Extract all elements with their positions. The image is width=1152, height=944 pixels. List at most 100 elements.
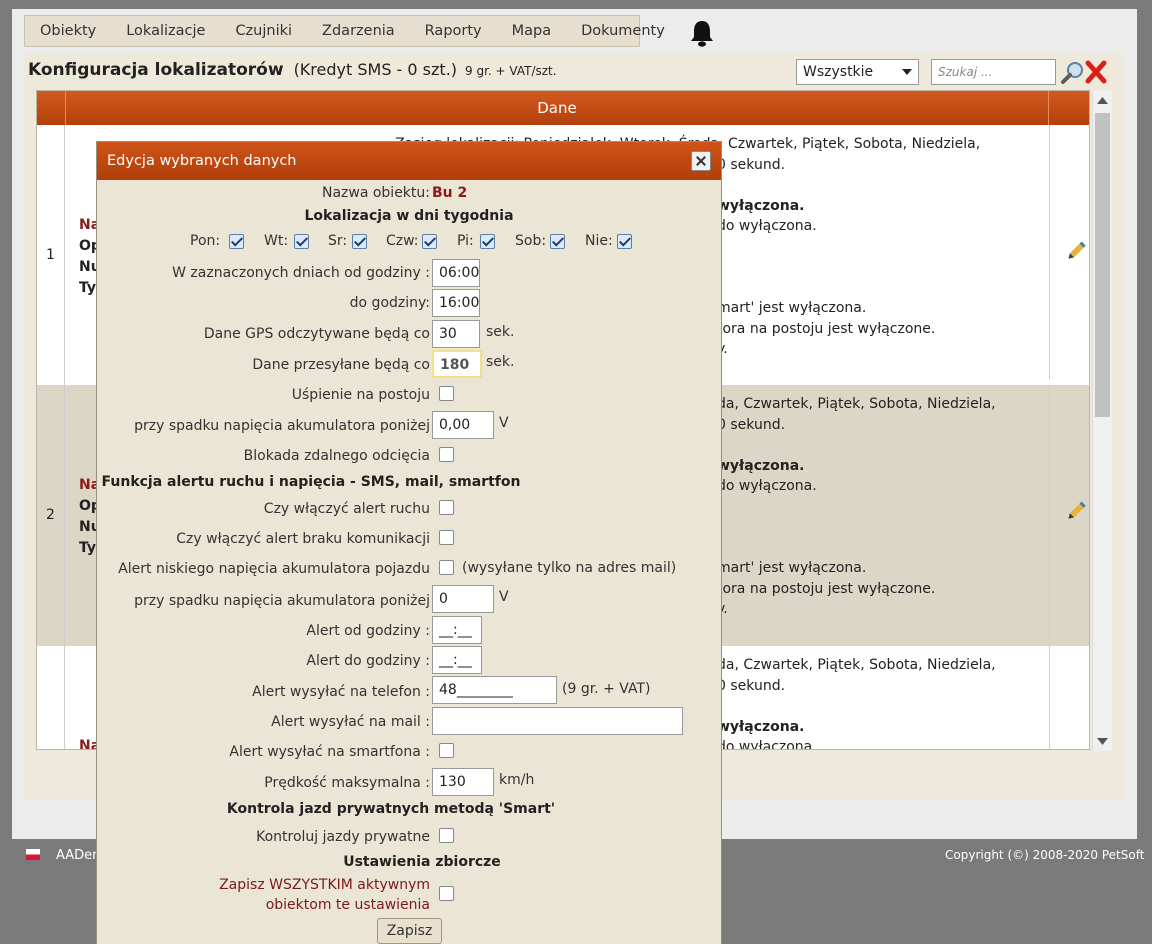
- remote-block-label: Blokada zdalnego odcięcia: [243, 448, 430, 464]
- mail-label: Alert wysyłać na mail :: [271, 714, 430, 730]
- sleep-voltage-unit: V: [499, 415, 509, 431]
- row-line: tora na postoju jest wyłączone.: [717, 580, 936, 597]
- sleep-voltage-label: przy spadku napięcia akumulatora poniżej: [134, 418, 430, 434]
- phone-input[interactable]: 48________: [432, 676, 557, 704]
- day-label-thu: Czw:: [386, 233, 419, 249]
- menu-item-obiekty[interactable]: Obiekty: [25, 23, 111, 39]
- object-name-value: Bu 2: [432, 185, 468, 201]
- day-label-sun: Nie:: [585, 233, 613, 249]
- menu-item-mapa[interactable]: Mapa: [497, 23, 567, 39]
- save-button[interactable]: Zapisz: [377, 918, 442, 944]
- row-line: da, Czwartek, Piątek, Sobota, Niedziela,: [717, 657, 996, 673]
- row-details: da, Czwartek, Piątek, Sobota, Niedziela,…: [717, 394, 996, 620]
- section-private-title: Kontrola jazd prywatnych metodą 'Smart': [226, 801, 556, 817]
- scrollbar-thumb[interactable]: [1095, 113, 1110, 417]
- day-label-fri: Pi:: [457, 233, 474, 249]
- day-checkbox-wed[interactable]: [352, 234, 367, 249]
- day-checkbox-mon[interactable]: [229, 234, 244, 249]
- gps-interval-unit: sek.: [486, 324, 515, 340]
- private-checkbox[interactable]: [439, 828, 454, 843]
- menu-item-dokumenty[interactable]: Dokumenty: [566, 23, 680, 39]
- section-alert-title: Funkcja alertu ruchu i napięcia - SMS, m…: [101, 474, 521, 490]
- filter-value: Wszystkie: [803, 64, 874, 80]
- comm-alert-label: Czy włączyć alert braku komunikacji: [176, 531, 430, 547]
- alert-from-label: Alert od godziny :: [306, 623, 430, 639]
- day-checkbox-sun[interactable]: [617, 234, 632, 249]
- alert-voltage-unit: V: [499, 589, 509, 605]
- mail-input[interactable]: [432, 707, 683, 735]
- day-label-mon: Pon:: [190, 233, 221, 249]
- menu-item-raporty[interactable]: Raporty: [410, 23, 497, 39]
- day-label-tue: Wt:: [264, 233, 289, 249]
- row-number: 2: [37, 385, 65, 646]
- object-name-label: Nazwa obiektu:: [321, 185, 430, 201]
- smartphone-checkbox[interactable]: [439, 743, 454, 758]
- row-line: y.: [717, 601, 728, 617]
- row-line: wyłączona.: [717, 718, 805, 735]
- chevron-down-icon: [902, 69, 912, 75]
- menu-item-lokalizacje[interactable]: Lokalizacje: [111, 23, 220, 39]
- row-line: mart' jest wyłączona.: [717, 560, 867, 576]
- from-hour-input[interactable]: 06:00: [432, 259, 480, 287]
- bulk-checkbox[interactable]: [439, 886, 454, 901]
- bulk-label-1: Zapisz WSZYSTKIM aktywnym: [219, 877, 430, 893]
- day-checkbox-tue[interactable]: [294, 234, 309, 249]
- row-line: [717, 696, 996, 717]
- motion-alert-label: Czy włączyć alert ruchu: [263, 501, 430, 517]
- clear-icon[interactable]: [1083, 59, 1109, 85]
- scroll-up-arrow-icon[interactable]: [1093, 91, 1112, 111]
- main-menu: Obiekty Lokalizacje Czujniki Zdarzenia R…: [24, 15, 665, 47]
- remote-block-checkbox[interactable]: [439, 447, 454, 462]
- sleep-label: Uśpienie na postoju: [291, 387, 430, 403]
- row-line: do wyłączona.: [717, 739, 817, 750]
- column-header-dane[interactable]: Dane: [65, 91, 1049, 125]
- private-label: Kontroluj jazdy prywatne: [256, 829, 430, 845]
- menu-item-czujniki[interactable]: Czujniki: [220, 23, 307, 39]
- alert-voltage-input[interactable]: 0: [432, 585, 494, 613]
- send-interval-label: Dane przesyłane będą co: [252, 357, 430, 373]
- polish-flag-icon[interactable]: [26, 849, 40, 860]
- alert-from-input[interactable]: __:__: [432, 616, 482, 644]
- comm-alert-checkbox[interactable]: [439, 530, 454, 545]
- gps-interval-label: Dane GPS odczytywane będą co: [203, 326, 430, 342]
- row-line: da, Czwartek, Piątek, Sobota, Niedziela,: [717, 396, 996, 412]
- sleep-voltage-input[interactable]: 0,00: [432, 411, 494, 439]
- send-interval-input[interactable]: 180: [432, 350, 482, 378]
- footer-copyright: Copyright (©) 2008-2020 PetSoft: [945, 848, 1145, 862]
- speed-input[interactable]: 130: [432, 768, 494, 796]
- bulk-label-2: obiektom te ustawienia: [265, 897, 430, 913]
- pencil-icon[interactable]: [1049, 125, 1090, 379]
- row-line: [717, 517, 996, 538]
- row-line: [717, 497, 996, 518]
- to-hour-input[interactable]: 16:00: [432, 289, 480, 317]
- low-voltage-note: (wysyłane tylko na adres mail): [462, 560, 677, 576]
- send-interval-unit: sek.: [486, 354, 515, 370]
- filter-select[interactable]: Wszystkie: [796, 59, 919, 85]
- row-line: 0 sekund.: [717, 677, 786, 694]
- smartphone-label: Alert wysyłać na smartfona :: [229, 744, 430, 760]
- low-voltage-checkbox[interactable]: [439, 560, 454, 575]
- bell-icon[interactable]: [686, 17, 718, 49]
- day-checkbox-thu[interactable]: [422, 234, 437, 249]
- row-line: wyłączona.: [717, 457, 805, 474]
- sms-credit: (Kredyt SMS - 0 szt.): [293, 60, 458, 79]
- scroll-down-arrow-icon[interactable]: [1093, 731, 1112, 751]
- page-title: Konfiguracja lokalizatorów: [28, 60, 284, 80]
- vertical-scrollbar[interactable]: [1092, 91, 1112, 751]
- pencil-icon[interactable]: [1049, 385, 1090, 640]
- edit-dialog: Edycja wybranych danych Nazwa obiektu: B…: [96, 141, 722, 944]
- sleep-checkbox[interactable]: [439, 386, 454, 401]
- day-checkbox-fri[interactable]: [480, 234, 495, 249]
- close-icon[interactable]: [691, 151, 711, 171]
- menu-item-zdarzenia[interactable]: Zdarzenia: [307, 23, 410, 39]
- alert-to-input[interactable]: __:__: [432, 646, 482, 674]
- search-input[interactable]: [931, 59, 1056, 85]
- sms-price: 9 gr. + VAT/szt.: [465, 64, 557, 78]
- motion-alert-checkbox[interactable]: [439, 500, 454, 515]
- section-bulk-title: Ustawienia zbiorcze: [343, 854, 501, 870]
- day-label-wed: Sr:: [328, 233, 348, 249]
- gps-interval-input[interactable]: 30: [432, 320, 480, 348]
- day-label-sat: Sob:: [515, 233, 547, 249]
- day-checkbox-sat[interactable]: [550, 234, 565, 249]
- table-header: Dane: [37, 91, 1089, 125]
